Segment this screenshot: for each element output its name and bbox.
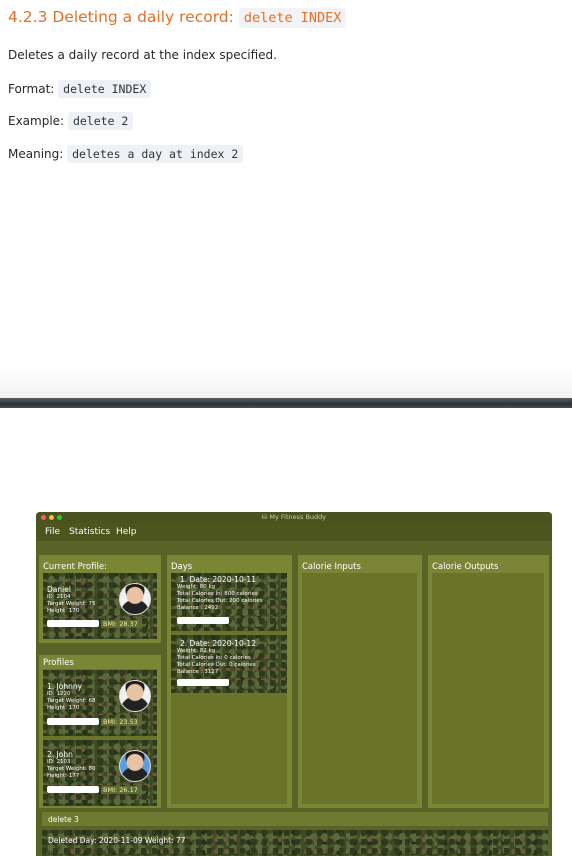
- profile-id: ID: 2104: [47, 594, 71, 600]
- list-item[interactable]: 2. Date: 2020-10-12 Weight: 82 kg Total …: [171, 635, 287, 693]
- day-balance: Balance : 2492: [177, 605, 219, 611]
- day-calories-in: Total Calories In: 0 calories: [177, 655, 251, 661]
- profile-name: Daniel: [47, 585, 71, 594]
- bmi-bar: [47, 718, 99, 725]
- example-code: delete 2: [67, 112, 134, 130]
- profile-target-weight: Target Weight: 80: [47, 766, 96, 772]
- heading-code: delete INDEX: [238, 8, 347, 28]
- documentation-section: 4.2.3 Deleting a daily record: delete IN…: [0, 0, 572, 368]
- app-window: ⛁ My Fitness Buddy File Statistics Help …: [36, 512, 552, 856]
- bmi-bar: [47, 620, 99, 627]
- avatar: [119, 680, 151, 712]
- result-text: Deleted Day: 2020-11-09 Weight: 77: [48, 836, 186, 845]
- current-profile-panel: Current Profile: Daniel ID: 2104 Target …: [39, 555, 161, 643]
- calorie-outputs-title: Calorie Outputs: [432, 562, 499, 572]
- window-title: ⛁ My Fitness Buddy: [261, 513, 327, 521]
- result-display: Deleted Day: 2020-11-09 Weight: 77: [42, 830, 548, 856]
- day-calories-out: Total Calories Out: 200 calories: [177, 598, 263, 604]
- profile-height: Height: 170: [47, 705, 80, 711]
- current-profile-title: Current Profile:: [43, 562, 107, 572]
- list-item[interactable]: 1. Date: 2020-10-11 Weight: 80 kg Total …: [171, 573, 287, 631]
- profile-height: Height: 177: [47, 773, 80, 779]
- command-box[interactable]: delete 3: [42, 812, 548, 826]
- bmi-bar: [47, 786, 99, 793]
- format-code: delete INDEX: [58, 80, 152, 98]
- day-weight: Weight: 82 kg: [177, 648, 216, 654]
- calorie-inputs-title: Calorie Inputs: [302, 562, 361, 572]
- divider-bar: [0, 398, 572, 408]
- days-title: Days: [171, 562, 193, 572]
- meaning-code: deletes a day at index 2: [67, 145, 244, 163]
- day-date: 1. Date: 2020-10-11: [180, 575, 256, 584]
- example-line: Example: delete 2: [8, 112, 134, 130]
- bmi-value: BMI: 23.53: [101, 718, 140, 726]
- list-item[interactable]: 2. John ID: 2103 Target Weight: 80 Heigh…: [43, 740, 157, 806]
- profile-target-weight: Target Weight: 68: [47, 698, 96, 704]
- day-calories-in: Total Calories In: 800 calories: [177, 591, 258, 597]
- profile-id: ID: 1220: [47, 691, 71, 697]
- profile-height: Height: 170: [47, 608, 80, 614]
- day-balance: Balance : 3127: [177, 669, 219, 675]
- heading-text: 4.2.3 Deleting a daily record:: [8, 8, 234, 26]
- days-panel: Days 1. Date: 2020-10-11 Weight: 80 kg T…: [167, 555, 292, 808]
- window-titlebar: ⛁ My Fitness Buddy: [36, 512, 552, 523]
- format-line: Format: delete INDEX: [8, 80, 152, 98]
- calorie-inputs-list[interactable]: [302, 573, 417, 804]
- day-weight: Weight: 80 kg: [177, 584, 216, 590]
- avatar: [119, 583, 151, 615]
- menu-help[interactable]: Help: [116, 527, 137, 537]
- divider-shadow: [0, 368, 572, 398]
- section-heading: 4.2.3 Deleting a daily record: delete IN…: [8, 8, 347, 28]
- description: Deletes a daily record at the index spec…: [8, 48, 277, 62]
- bmi-value: BMI: 28.37: [101, 620, 140, 628]
- bmi-value: BMI: 26.17: [101, 786, 140, 794]
- list-item[interactable]: 1. Johnny ID: 1220 Target Weight: 68 Hei…: [43, 670, 157, 736]
- profile-target-weight: Target Weight: 75: [47, 601, 96, 607]
- profile-name: 1. Johnny: [47, 682, 83, 691]
- meaning-line: Meaning: deletes a day at index 2: [8, 145, 244, 163]
- menu-statistics[interactable]: Statistics: [69, 527, 110, 537]
- balance-bar: [177, 679, 229, 686]
- balance-bar: [177, 617, 229, 624]
- meaning-label: Meaning:: [8, 147, 64, 161]
- days-list[interactable]: 1. Date: 2020-10-11 Weight: 80 kg Total …: [171, 573, 287, 804]
- example-label: Example:: [8, 114, 65, 128]
- profiles-title: Profiles: [43, 658, 74, 668]
- calorie-outputs-panel: Calorie Outputs: [428, 555, 549, 808]
- calorie-outputs-list[interactable]: [432, 573, 544, 804]
- format-label: Format:: [8, 82, 55, 96]
- profile-id: ID: 2103: [47, 759, 71, 765]
- day-calories-out: Total Calories Out: 0 calories: [177, 662, 256, 668]
- profile-name: 2. John: [47, 750, 73, 759]
- profiles-panel: Profiles 1. Johnny ID: 1220 Target Weigh…: [39, 655, 161, 808]
- menu-file[interactable]: File: [45, 527, 60, 537]
- profiles-list[interactable]: 1. Johnny ID: 1220 Target Weight: 68 Hei…: [43, 669, 157, 806]
- command-input-text: delete 3: [48, 815, 79, 824]
- app-icon: ⛁: [261, 513, 268, 521]
- avatar: [119, 750, 151, 782]
- calorie-inputs-panel: Calorie Inputs: [298, 555, 422, 808]
- menu-bar: [36, 523, 552, 541]
- day-date: 2. Date: 2020-10-12: [180, 639, 256, 648]
- current-profile-card: Daniel ID: 2104 Target Weight: 75 Height…: [43, 573, 157, 639]
